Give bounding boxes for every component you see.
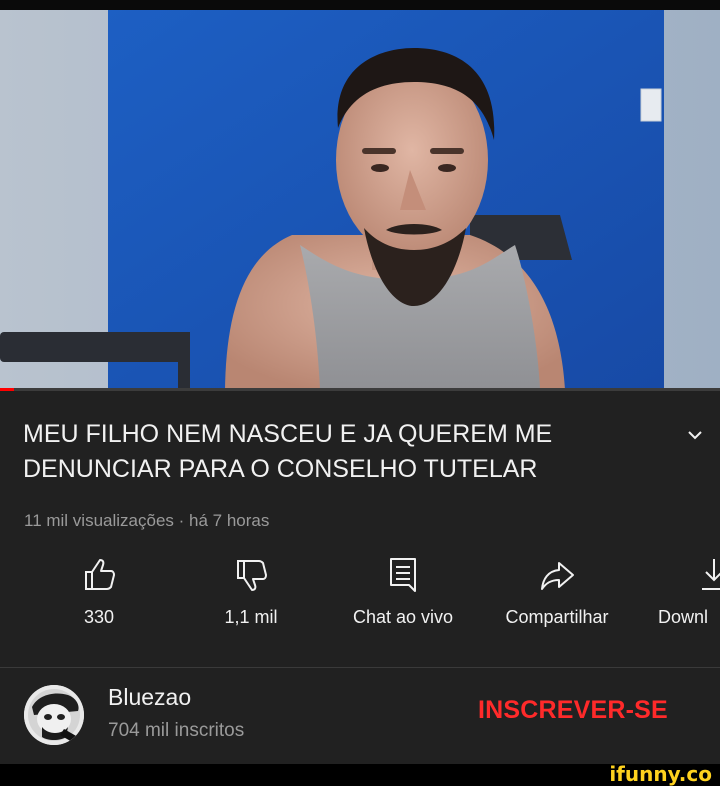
action-bar: 330 1,1 mil Chat ao vivo Compartilhar Do… <box>0 555 720 655</box>
dislike-count: 1,1 mil <box>224 607 278 627</box>
subscribe-button[interactable]: INSCREVER-SE <box>478 696 668 725</box>
channel-avatar-image <box>24 685 84 745</box>
channel-name[interactable]: Bluezao <box>108 684 191 711</box>
live-chat-button[interactable]: Chat ao vivo <box>340 555 466 655</box>
share-label: Compartilhar <box>505 607 609 627</box>
like-button[interactable]: 330 <box>58 555 140 655</box>
watermark-logo: ifunny.co <box>609 762 712 786</box>
thumbs-up-icon <box>85 559 115 590</box>
video-info-panel: MEU FILHO NEM NASCEU E JA QUEREM ME DENU… <box>0 391 720 764</box>
thumbs-down-icon <box>237 560 267 591</box>
video-title-line-2: DENUNCIAR PARA O CONSELHO TUTELAR <box>23 455 538 483</box>
screenshot-frame: MEU FILHO NEM NASCEU E JA QUEREM ME DENU… <box>0 0 720 786</box>
download-label: Downl <box>658 607 709 627</box>
chevron-down-icon[interactable] <box>685 425 705 445</box>
top-bar <box>0 0 720 10</box>
avatar[interactable] <box>24 685 84 745</box>
video-player[interactable] <box>0 10 720 390</box>
video-frame-image <box>0 10 720 390</box>
dislike-button[interactable]: 1,1 mil <box>210 555 292 655</box>
video-title-line-1: MEU FILHO NEM NASCEU E JA QUEREM ME <box>23 420 553 448</box>
video-title[interactable]: MEU FILHO NEM NASCEU E JA QUEREM ME DENU… <box>23 417 643 487</box>
live-chat-icon <box>390 558 416 592</box>
video-meta: 11 mil visualizações · há 7 horas <box>24 511 270 530</box>
live-chat-label: Chat ao vivo <box>352 607 454 627</box>
like-count: 330 <box>83 607 115 627</box>
download-button[interactable]: Downl <box>656 555 720 655</box>
share-button[interactable]: Compartilhar <box>490 555 624 655</box>
channel-row: Bluezao 704 mil inscritos INSCREVER-SE <box>0 668 720 764</box>
share-icon <box>541 562 574 590</box>
download-icon <box>702 559 720 590</box>
subscriber-count: 704 mil inscritos <box>108 720 245 741</box>
